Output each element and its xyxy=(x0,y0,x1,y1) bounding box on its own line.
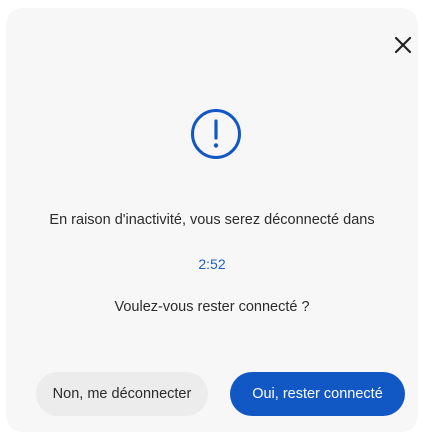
stay-connected-button[interactable]: Oui, rester connecté xyxy=(230,372,405,416)
close-icon xyxy=(394,36,412,54)
inactivity-message: En raison d'inactivité, vous serez décon… xyxy=(49,212,375,228)
session-timeout-dialog: En raison d'inactivité, vous serez décon… xyxy=(6,8,418,432)
stay-connected-question: Voulez-vous rester connecté ? xyxy=(114,299,310,315)
exclamation-circle-icon xyxy=(191,109,241,159)
close-button[interactable] xyxy=(390,32,416,58)
logout-button[interactable]: Non, me déconnecter xyxy=(36,372,208,416)
countdown-timer: 2:52 xyxy=(198,256,226,272)
